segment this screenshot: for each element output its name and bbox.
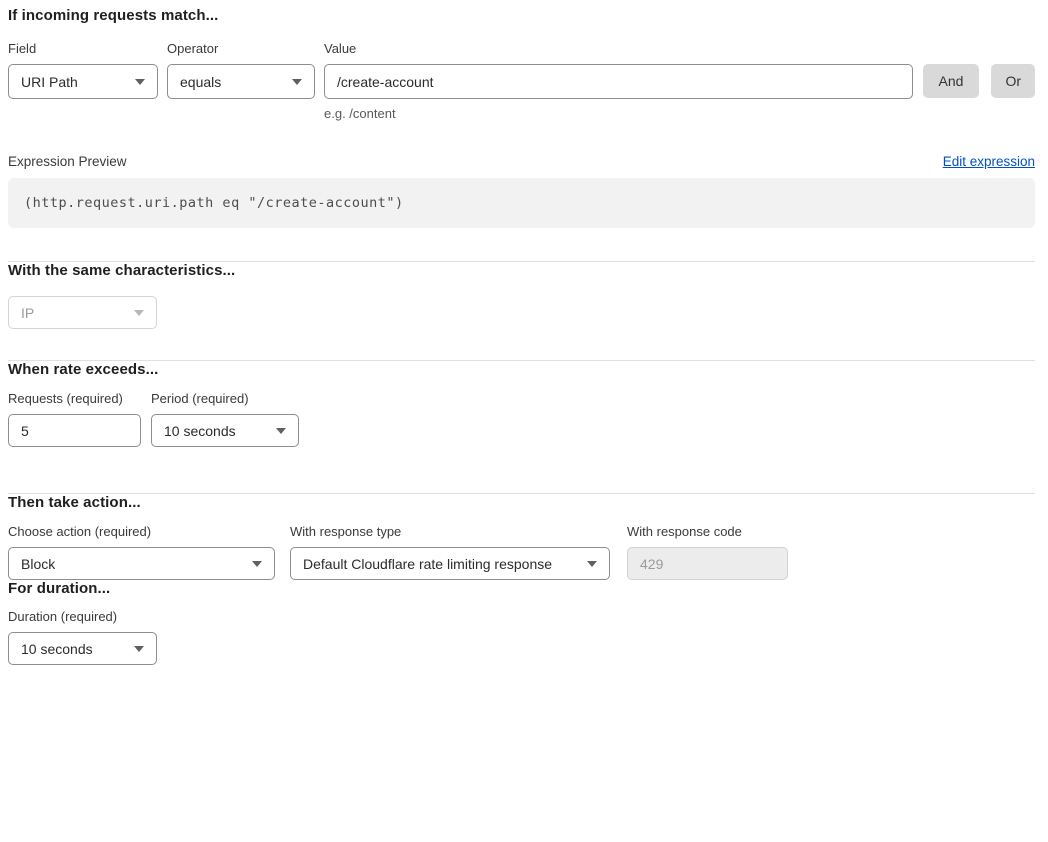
expression-preview-label: Expression Preview bbox=[8, 154, 127, 169]
section-action: Then take action... Choose action (requi… bbox=[8, 494, 1035, 580]
duration-select-value: 10 seconds bbox=[21, 641, 93, 657]
choose-action-select[interactable]: Block bbox=[8, 547, 275, 580]
field-select[interactable]: URI Path bbox=[8, 64, 158, 99]
section-characteristics: With the same characteristics... IP bbox=[8, 262, 1035, 329]
action-controls-row: Choose action (required) Block With resp… bbox=[8, 524, 1035, 580]
characteristic-select: IP bbox=[8, 296, 157, 329]
expression-preview-header: Expression Preview Edit expression bbox=[8, 154, 1035, 169]
chevron-down-icon bbox=[276, 428, 286, 434]
response-code-column: With response code bbox=[627, 524, 788, 580]
value-hint: e.g. /content bbox=[324, 106, 913, 121]
section-rate: When rate exceeds... Requests (required)… bbox=[8, 361, 1035, 447]
expression-preview-code: (http.request.uri.path eq "/create-accou… bbox=[8, 178, 1035, 228]
choose-action-select-value: Block bbox=[21, 556, 55, 572]
period-label: Period (required) bbox=[151, 391, 299, 407]
field-label: Field bbox=[8, 41, 158, 57]
duration-column: Duration (required) 10 seconds bbox=[8, 609, 1035, 665]
rate-controls-row: Requests (required) Period (required) 10… bbox=[8, 391, 1035, 447]
operator-select[interactable]: equals bbox=[167, 64, 315, 99]
section-title-rate: When rate exceeds... bbox=[8, 361, 1035, 378]
value-input[interactable] bbox=[324, 64, 913, 99]
operator-label: Operator bbox=[167, 41, 315, 57]
field-column: Field URI Path bbox=[8, 41, 158, 99]
section-duration: For duration... Duration (required) 10 s… bbox=[8, 580, 1035, 665]
chevron-down-icon bbox=[587, 561, 597, 567]
response-code-input bbox=[627, 547, 788, 580]
section-title-duration: For duration... bbox=[8, 580, 1035, 597]
or-button[interactable]: Or bbox=[991, 64, 1035, 98]
value-label: Value bbox=[324, 41, 913, 57]
response-type-column: With response type Default Cloudflare ra… bbox=[290, 524, 610, 580]
response-type-label: With response type bbox=[290, 524, 610, 540]
chevron-down-icon bbox=[134, 646, 144, 652]
period-column: Period (required) 10 seconds bbox=[151, 391, 299, 447]
response-type-select-value: Default Cloudflare rate limiting respons… bbox=[303, 556, 552, 572]
period-select-value: 10 seconds bbox=[164, 423, 236, 439]
expression-connector-buttons: And Or bbox=[923, 64, 1035, 98]
edit-expression-link[interactable]: Edit expression bbox=[943, 154, 1035, 169]
section-title-characteristics: With the same characteristics... bbox=[8, 262, 1035, 279]
requests-input[interactable] bbox=[8, 414, 141, 447]
and-button[interactable]: And bbox=[923, 64, 980, 98]
period-select[interactable]: 10 seconds bbox=[151, 414, 299, 447]
duration-select[interactable]: 10 seconds bbox=[8, 632, 157, 665]
operator-select-value: equals bbox=[180, 74, 221, 90]
value-column: Value e.g. /content bbox=[324, 41, 913, 121]
operator-column: Operator equals bbox=[167, 41, 315, 99]
choose-action-column: Choose action (required) Block bbox=[8, 524, 275, 580]
section-title-match: If incoming requests match... bbox=[8, 7, 1035, 24]
field-select-value: URI Path bbox=[21, 74, 78, 90]
chevron-down-icon bbox=[134, 310, 144, 316]
chevron-down-icon bbox=[135, 79, 145, 85]
expression-code-text: (http.request.uri.path eq "/create-accou… bbox=[24, 195, 404, 211]
response-type-select[interactable]: Default Cloudflare rate limiting respons… bbox=[290, 547, 610, 580]
section-match: If incoming requests match... Field URI … bbox=[8, 7, 1035, 228]
requests-label: Requests (required) bbox=[8, 391, 141, 407]
requests-column: Requests (required) bbox=[8, 391, 141, 447]
duration-label: Duration (required) bbox=[8, 609, 1035, 625]
choose-action-label: Choose action (required) bbox=[8, 524, 275, 540]
response-code-label: With response code bbox=[627, 524, 788, 540]
chevron-down-icon bbox=[252, 561, 262, 567]
match-controls-row: Field URI Path Operator equals Value e.g… bbox=[8, 41, 1035, 121]
section-title-action: Then take action... bbox=[8, 494, 1035, 511]
chevron-down-icon bbox=[292, 79, 302, 85]
characteristic-select-value: IP bbox=[21, 305, 34, 321]
rate-limiting-rule-form: If incoming requests match... Field URI … bbox=[0, 0, 1048, 673]
